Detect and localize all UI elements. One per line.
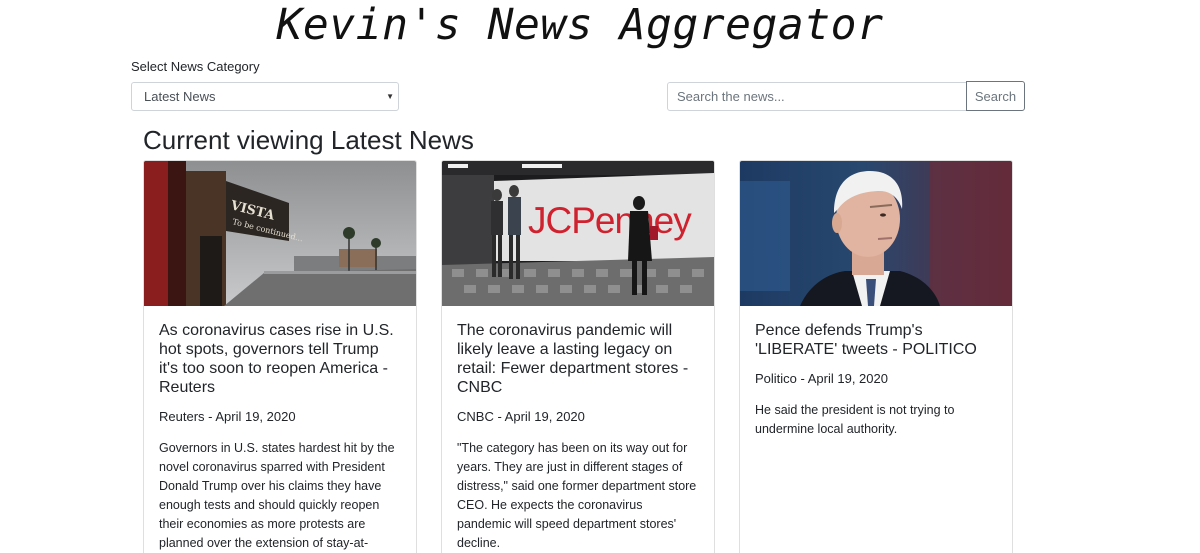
article-source-date: CNBC - April 19, 2020 [457, 409, 585, 424]
article-image: VISTA To be continued... [144, 161, 416, 306]
chevron-down-icon: ▼ [386, 92, 394, 101]
article-description: "The category has been on its way out fo… [457, 441, 697, 550]
site-title: Kevin's News Aggregator [276, 0, 884, 50]
article-source-date: Politico - April 19, 2020 [755, 371, 888, 386]
article-source-date: Reuters - April 19, 2020 [159, 409, 296, 424]
article-title[interactable]: The coronavirus pandemic will likely lea… [457, 321, 699, 397]
store-logo-text: JCPenney [528, 200, 692, 241]
news-card[interactable]: VISTA To be continued... As coronavirus … [143, 160, 417, 553]
article-image [740, 161, 1012, 306]
article-title[interactable]: Pence defends Trump's 'LIBERATE' tweets … [755, 321, 997, 359]
article-title[interactable]: As coronavirus cases rise in U.S. hot sp… [159, 321, 401, 397]
search-button[interactable]: Search [966, 81, 1025, 111]
news-card[interactable]: Pence defends Trump's 'LIBERATE' tweets … [739, 160, 1013, 553]
search-input[interactable] [667, 82, 967, 111]
article-image: JCPenney [442, 161, 714, 306]
news-card[interactable]: JCPenney The coronavirus pandemic will l… [441, 160, 715, 553]
article-description: He said the president is not trying to u… [755, 403, 955, 436]
page-title: Current viewing Latest News [143, 125, 474, 155]
article-description: Governors in U.S. states hardest hit by … [159, 441, 395, 550]
category-selected-value: Latest News [144, 89, 216, 104]
category-label: Select News Category [131, 59, 260, 74]
category-select[interactable]: Latest News ▼ [131, 82, 399, 111]
